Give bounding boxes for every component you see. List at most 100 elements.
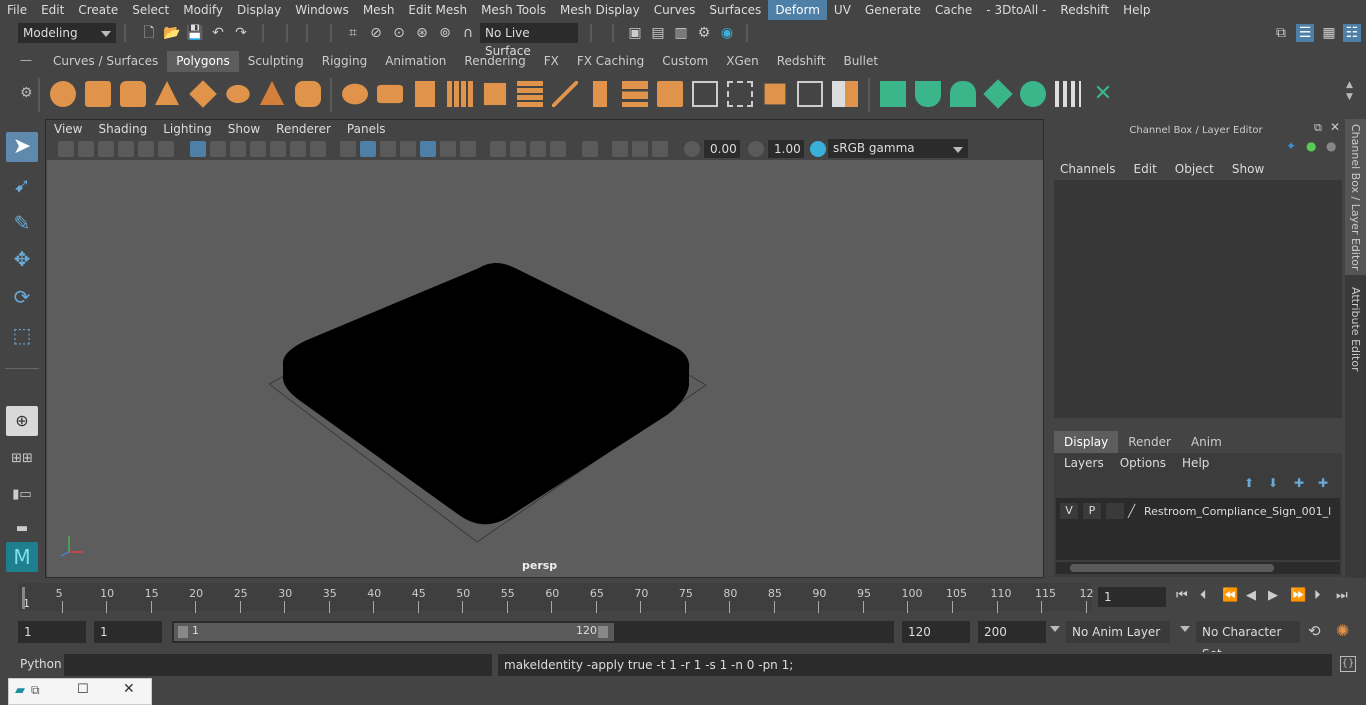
exposure-icon[interactable] xyxy=(684,141,700,157)
render-icon[interactable]: ▤ xyxy=(649,24,667,42)
ipr-icon[interactable]: ▥ xyxy=(672,24,690,42)
panel-menu-view[interactable]: View xyxy=(46,122,90,136)
poly-torus-icon[interactable] xyxy=(226,84,250,104)
script-editor-icon[interactable]: {} xyxy=(1340,656,1356,672)
offset-edge-loop-icon[interactable] xyxy=(797,81,823,107)
colorspace-dropdown[interactable]: sRGB gamma xyxy=(828,139,968,158)
workspace-icon[interactable]: ⧉ xyxy=(1272,24,1290,42)
undo-icon[interactable]: ↶ xyxy=(209,24,227,42)
layer-menu-options[interactable]: Options xyxy=(1120,456,1166,470)
motion-blur-icon[interactable] xyxy=(510,141,526,157)
save-scene-icon[interactable]: 💾 xyxy=(186,24,204,42)
channel-box-toggle-icon[interactable]: ☷ xyxy=(1343,24,1361,42)
range-start-handle[interactable] xyxy=(178,626,188,638)
poly-sphere-icon[interactable] xyxy=(50,81,76,107)
menu-mesh-display[interactable]: Mesh Display xyxy=(553,0,647,20)
grid-icon[interactable] xyxy=(190,141,206,157)
range-track[interactable]: 1 120 xyxy=(172,621,894,643)
shelf-tab-fx-caching[interactable]: FX Caching xyxy=(568,51,653,72)
range-end-handle[interactable] xyxy=(598,626,608,638)
chevron-down-icon[interactable] xyxy=(1180,626,1190,632)
move-tool-icon[interactable]: ✥ xyxy=(6,244,38,274)
gamma-icon[interactable] xyxy=(748,141,764,157)
menu-cache[interactable]: Cache xyxy=(928,0,979,20)
step-forward-icon[interactable]: ⏵ xyxy=(1314,588,1321,603)
shadows-icon[interactable] xyxy=(460,141,476,157)
channel-menu-edit[interactable]: Edit xyxy=(1134,162,1157,176)
menu-edit-mesh[interactable]: Edit Mesh xyxy=(401,0,474,20)
layer-scrollbar[interactable] xyxy=(1056,562,1340,574)
shelf-tab-polygons[interactable]: Polygons xyxy=(167,51,239,72)
menu-select[interactable]: Select xyxy=(125,0,176,20)
gate-mask-icon[interactable] xyxy=(250,141,266,157)
chevron-down-icon[interactable] xyxy=(1050,626,1060,632)
merge-icon[interactable] xyxy=(692,81,718,107)
resolution-gate-icon[interactable] xyxy=(230,141,246,157)
menu-modify[interactable]: Modify xyxy=(176,0,230,20)
character-set-dropdown[interactable]: No Character Set xyxy=(1196,621,1300,661)
snap-grid-icon[interactable]: ⌗ xyxy=(344,24,362,42)
mirror-icon[interactable] xyxy=(517,81,543,107)
shelf-tab-sculpting[interactable]: Sculpting xyxy=(239,51,313,72)
film-gate-icon[interactable] xyxy=(210,141,226,157)
menu-deform[interactable]: Deform xyxy=(768,0,827,20)
poly-cylinder-icon[interactable] xyxy=(120,81,146,107)
move-layer-down-icon[interactable]: ⬇ xyxy=(1268,476,1278,490)
use-all-lights-icon[interactable] xyxy=(440,141,456,157)
poly-plane-icon[interactable] xyxy=(189,80,217,108)
hyperbolic-icon[interactable]: ● xyxy=(1326,139,1336,153)
start-time-field[interactable]: 1 xyxy=(18,621,86,643)
rotate-tool-icon[interactable]: ⟳ xyxy=(6,282,38,312)
extract-icon[interactable] xyxy=(415,81,435,107)
shelf-scroll-down-icon[interactable]: ▼ xyxy=(1346,92,1353,102)
shelf-settings-icon[interactable]: ⚙ xyxy=(20,85,33,101)
menu-help[interactable]: Help xyxy=(1116,0,1157,20)
layer-tab-display[interactable]: Display xyxy=(1054,431,1119,453)
shelf-tab-custom[interactable]: Custom xyxy=(653,51,717,72)
panel-menu-shading[interactable]: Shading xyxy=(90,122,155,136)
playback-end-field[interactable]: 120 xyxy=(902,621,970,643)
xray-joints-icon[interactable] xyxy=(632,141,648,157)
poly-cone-icon[interactable] xyxy=(155,81,179,105)
gamma-field[interactable]: 1.00 xyxy=(768,140,804,158)
menu-mesh-tools[interactable]: Mesh Tools xyxy=(474,0,553,20)
xray-icon[interactable] xyxy=(612,141,628,157)
go-to-start-icon[interactable]: ⏮ xyxy=(1176,588,1188,603)
snap-surface-icon[interactable]: ⊚ xyxy=(436,24,454,42)
menu-curves[interactable]: Curves xyxy=(647,0,703,20)
poly-pipe-icon[interactable] xyxy=(295,81,321,107)
range-bar[interactable]: 1 120 xyxy=(174,623,614,641)
two-d-pan-icon[interactable] xyxy=(138,141,154,157)
poly-cube-icon[interactable] xyxy=(85,81,111,107)
bookmark-icon[interactable] xyxy=(98,141,114,157)
shelf-tab-fx[interactable]: FX xyxy=(535,51,568,72)
timeline-track[interactable]: 1 5 10 15 20 25 30 35 40 45 50 55 60 65 70 75 80 85 90 95 1… xyxy=(18,583,1094,613)
safe-action-icon[interactable] xyxy=(290,141,306,157)
smooth-icon[interactable] xyxy=(447,81,473,107)
scroll-thumb[interactable] xyxy=(1070,564,1274,572)
isolate-select-icon[interactable] xyxy=(582,141,598,157)
menu-mesh[interactable]: Mesh xyxy=(356,0,402,20)
menu-redshift[interactable]: Redshift xyxy=(1053,0,1116,20)
menu-surfaces[interactable]: Surfaces xyxy=(702,0,768,20)
quick-layout-four-icon[interactable]: ⊞⊞ xyxy=(6,444,38,474)
xray-components-icon[interactable] xyxy=(652,141,668,157)
mode-dropdown[interactable]: Modeling xyxy=(18,23,116,43)
image-plane-icon[interactable] xyxy=(118,141,134,157)
smooth-shade-icon[interactable] xyxy=(360,141,376,157)
paint-select-tool-icon[interactable]: ✎ xyxy=(6,208,38,238)
select-tool-icon[interactable]: ➤ xyxy=(6,132,38,162)
attribute-icon[interactable]: ▦ xyxy=(1320,24,1338,42)
new-layer-selected-icon[interactable]: ✚ xyxy=(1318,476,1328,490)
wireframe-icon[interactable] xyxy=(340,141,356,157)
color-management-icon[interactable] xyxy=(810,141,826,157)
layout-icon[interactable]: ☰ xyxy=(1296,24,1314,42)
panel-menu-renderer[interactable]: Renderer xyxy=(268,122,339,136)
planar-uv-icon[interactable] xyxy=(880,81,906,107)
screen-space-ao-icon[interactable] xyxy=(490,141,506,157)
grease-pencil-icon[interactable] xyxy=(158,141,174,157)
tab-attribute-editor[interactable]: Attribute Editor xyxy=(1345,279,1366,379)
channel-menu-object[interactable]: Object xyxy=(1175,162,1214,176)
shelf-tab-rendering[interactable]: Rendering xyxy=(455,51,534,72)
maya-app-icon[interactable]: ▰ xyxy=(15,683,25,698)
